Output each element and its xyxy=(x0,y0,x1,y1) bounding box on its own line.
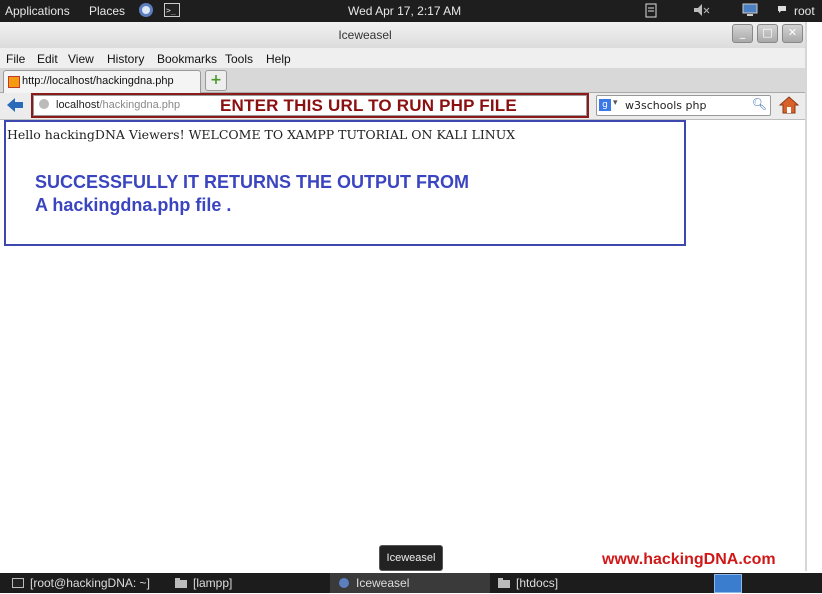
url-text: localhost/hackingdna.php xyxy=(56,99,180,111)
task-iceweasel-label: Iceweasel xyxy=(356,576,410,590)
window-title: Iceweasel xyxy=(338,28,392,42)
user-menu[interactable]: root xyxy=(794,4,815,18)
maximize-button[interactable]: □ xyxy=(757,24,778,43)
menu-file[interactable]: File xyxy=(6,52,25,66)
terminal-launcher-icon[interactable]: >_ xyxy=(164,2,180,18)
bottom-taskbar: [root@hackingDNA: ~] [lampp] Iceweasel [… xyxy=(0,573,822,593)
menu-help[interactable]: Help xyxy=(266,52,291,66)
network-icon[interactable] xyxy=(741,2,758,18)
url-path: /hackingdna.php xyxy=(99,99,181,111)
task-htdocs[interactable]: [htdocs] xyxy=(498,573,558,593)
annotation-line-2: A hackingdna.php file . xyxy=(35,195,232,215)
svg-text:>_: >_ xyxy=(166,6,176,15)
tab-strip: http://localhost/hackingdna.php + xyxy=(0,68,805,93)
menu-bookmarks[interactable]: Bookmarks xyxy=(157,52,217,66)
folder-icon xyxy=(498,574,510,588)
volume-muted-icon[interactable] xyxy=(693,2,710,18)
task-terminal[interactable]: [root@hackingDNA: ~] xyxy=(12,573,150,593)
chevron-down-icon[interactable]: ▾ xyxy=(613,98,618,108)
page-content: Hello hackingDNA Viewers! WELCOME TO XAM… xyxy=(0,120,805,571)
url-bar[interactable]: localhost/hackingdna.php ENTER THIS URL … xyxy=(33,95,587,116)
url-annotation: ENTER THIS URL TO RUN PHP FILE xyxy=(220,96,517,115)
iceweasel-launcher-icon[interactable] xyxy=(138,2,154,18)
annotation-line-1: SUCCESSFULLY IT RETURNS THE OUTPUT FROM xyxy=(35,172,470,192)
home-icon[interactable] xyxy=(778,96,800,118)
places-menu[interactable]: Places xyxy=(89,4,125,18)
navigation-toolbar: localhost/hackingdna.php ENTER THIS URL … xyxy=(0,93,805,120)
search-icon[interactable]: 🔍︎ xyxy=(752,97,767,111)
iceweasel-icon xyxy=(338,574,350,588)
url-host: localhost xyxy=(56,99,100,111)
workspace-switcher[interactable] xyxy=(714,574,742,593)
watermark: www.hackingDNA.com xyxy=(602,551,776,568)
menu-tools[interactable]: Tools xyxy=(225,52,253,66)
menu-edit[interactable]: Edit xyxy=(37,52,58,66)
task-lampp-label: [lampp] xyxy=(193,576,233,590)
task-iceweasel[interactable]: Iceweasel xyxy=(330,573,490,593)
search-bar[interactable]: g ▾ w3schools php 🔍︎ xyxy=(596,95,771,116)
site-identity-icon[interactable] xyxy=(39,99,49,109)
task-terminal-label: [root@hackingDNA: ~] xyxy=(30,576,150,590)
task-lampp[interactable]: [lampp] xyxy=(175,573,232,593)
search-input[interactable]: w3schools php xyxy=(625,99,706,112)
task-htdocs-label: [htdocs] xyxy=(516,576,559,590)
menu-view[interactable]: View xyxy=(68,52,94,66)
new-tab-button[interactable]: + xyxy=(205,70,227,91)
title-bar[interactable]: Iceweasel _ □ ✕ xyxy=(0,22,805,49)
tab-hackingdna[interactable]: http://localhost/hackingdna.php xyxy=(3,70,201,93)
minimize-button[interactable]: _ xyxy=(732,24,753,43)
back-arrow-icon[interactable] xyxy=(7,97,23,116)
menu-history[interactable]: History xyxy=(107,52,144,66)
clipboard-icon[interactable] xyxy=(643,2,659,18)
applications-menu[interactable]: Applications xyxy=(5,4,70,18)
taskbar-tooltip: Iceweasel xyxy=(379,545,443,571)
top-panel: Applications Places >_ Wed Apr 17, 2:17 … xyxy=(0,0,822,22)
close-button[interactable]: ✕ xyxy=(782,24,803,43)
user-chat-icon xyxy=(777,2,787,18)
xampp-favicon-icon xyxy=(8,76,20,88)
tab-title: http://localhost/hackingdna.php xyxy=(22,75,174,87)
browser-window: Iceweasel _ □ ✕ File Edit View History B… xyxy=(0,22,807,571)
folder-icon xyxy=(175,574,187,588)
search-engine-icon[interactable]: g xyxy=(599,99,611,111)
terminal-icon xyxy=(12,574,24,588)
annotation-note: SUCCESSFULLY IT RETURNS THE OUTPUT FROM … xyxy=(35,171,469,217)
clock[interactable]: Wed Apr 17, 2:17 AM xyxy=(348,4,461,18)
menu-bar: File Edit View History Bookmarks Tools H… xyxy=(0,48,805,68)
